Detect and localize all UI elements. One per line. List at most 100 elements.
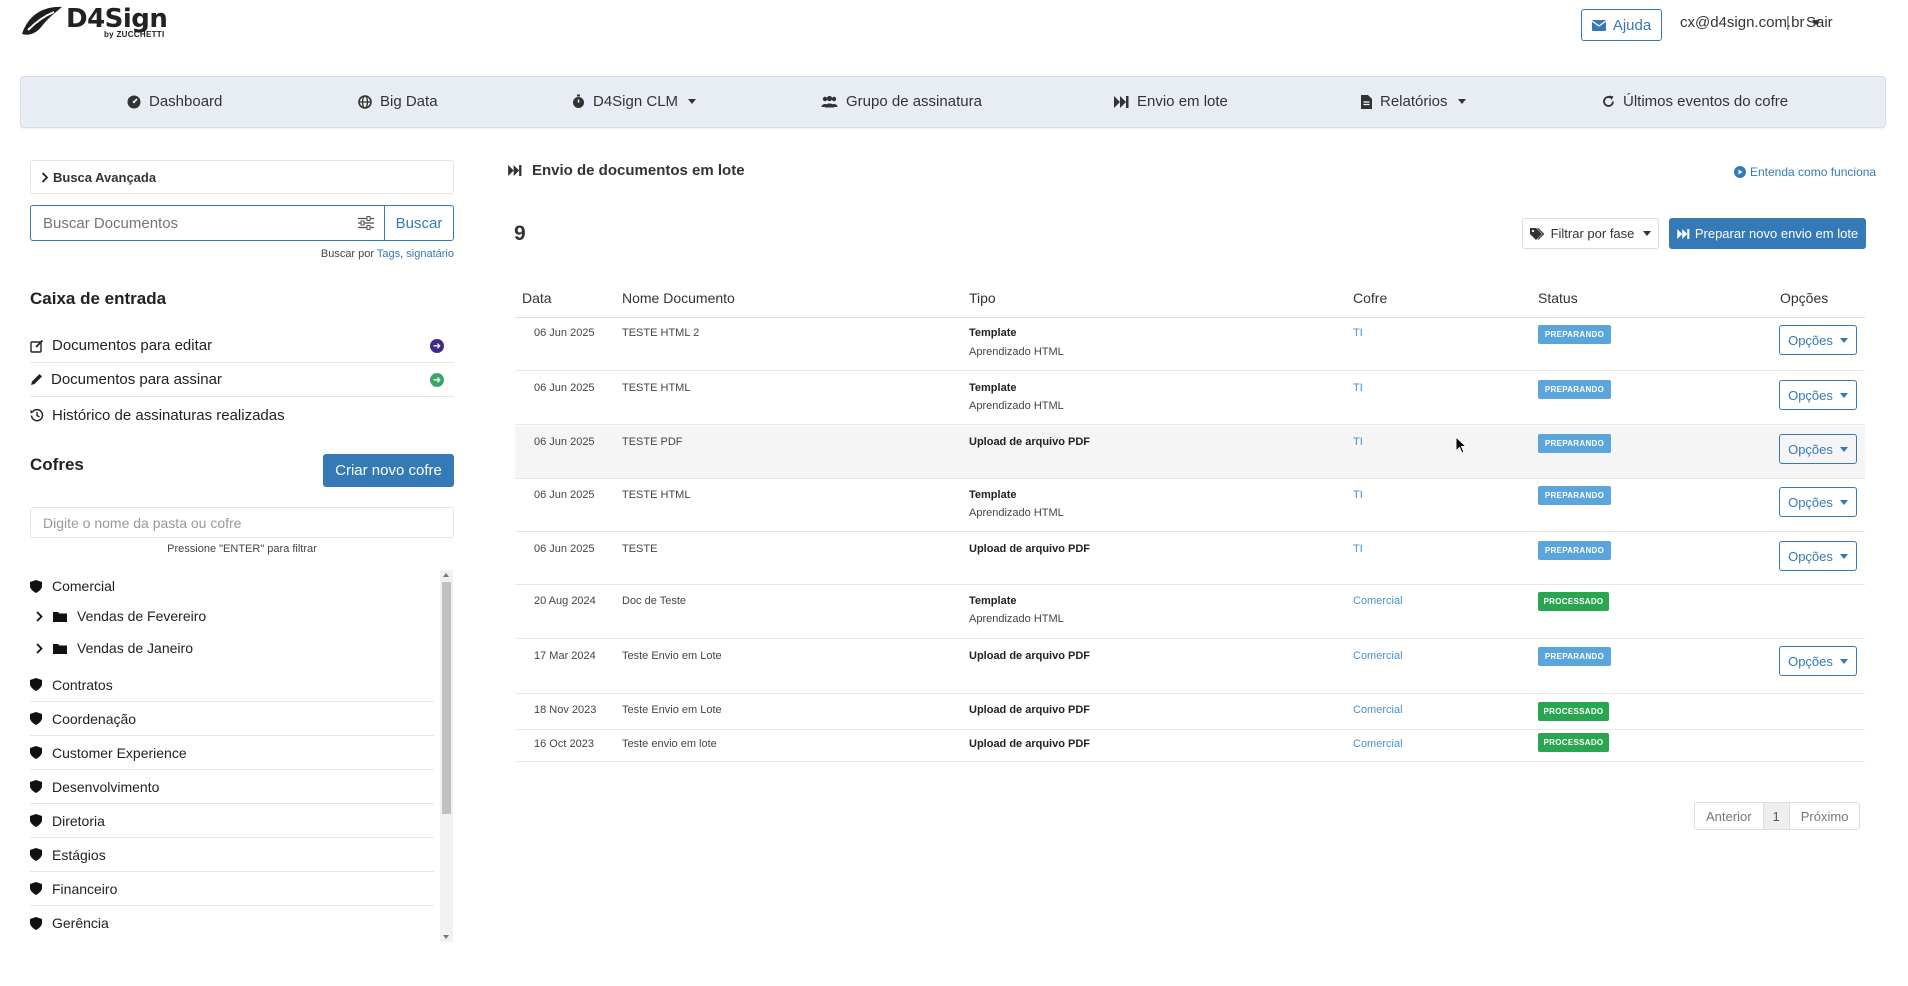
row-vault-link[interactable]: TI <box>1353 327 1363 339</box>
row-date: 06 Jun 2025 <box>534 436 595 448</box>
create-vault-button[interactable]: Criar novo cofre <box>323 454 454 487</box>
vault-item-contratos[interactable]: Contratos <box>30 668 434 702</box>
logout-link[interactable]: Sair <box>1806 14 1833 31</box>
filter-phase-button[interactable]: Filtrar por fase <box>1522 218 1659 249</box>
inbox-item-label: Documentos para assinar <box>51 371 222 388</box>
search-button[interactable]: Buscar <box>384 205 454 241</box>
options-button[interactable]: Opções <box>1779 380 1857 410</box>
row-vault-link[interactable]: Comercial <box>1353 650 1403 662</box>
nav-batch-send[interactable]: Envio em lote <box>1114 93 1228 110</box>
vault-item-diretoria[interactable]: Diretoria <box>30 804 434 838</box>
tree-item-label: Vendas de Janeiro <box>77 640 193 656</box>
row-type: Upload de arquivo PDF <box>969 738 1091 750</box>
chevron-down-icon <box>688 99 697 104</box>
nav-vault-events[interactable]: Últimos eventos do cofre <box>1602 93 1788 110</box>
status-badge: PROCESSADO <box>1538 733 1609 752</box>
row-vault-link[interactable]: TI <box>1353 543 1363 555</box>
row-date: 06 Jun 2025 <box>534 382 595 394</box>
d4sign-logo[interactable]: D4Sign by ZUCCHETTI <box>18 4 168 39</box>
vault-item-comercial[interactable]: Comercial <box>30 572 434 600</box>
vault-item-estagios[interactable]: Estágios <box>30 838 434 872</box>
row-type: Template <box>969 489 1017 501</box>
folder-item-vendas-janeiro[interactable]: Vendas de Janeiro <box>30 634 434 662</box>
row-vault-link[interactable]: TI <box>1353 382 1363 394</box>
sliders-icon[interactable] <box>358 216 374 230</box>
table-row[interactable]: 06 Jun 2025 TESTE PDF Upload de arquivo … <box>515 426 1865 479</box>
vault-item-coordenacao[interactable]: Coordenação <box>30 702 434 736</box>
col-header-options: Opções <box>1780 290 1829 306</box>
row-date: 06 Jun 2025 <box>534 543 595 555</box>
table-row[interactable]: 20 Aug 2024 Doc de Teste Template Aprend… <box>515 586 1865 639</box>
row-vault-link[interactable]: Comercial <box>1353 704 1403 716</box>
scroll-thumb[interactable] <box>442 582 451 814</box>
pagination-page[interactable]: 1 <box>1762 803 1790 829</box>
row-vault-link[interactable]: Comercial <box>1353 595 1403 607</box>
row-name: TESTE HTML 2 <box>622 327 700 339</box>
row-subtype: Aprendizado HTML <box>969 400 1064 412</box>
search-hint-tags-link[interactable]: Tags <box>377 248 400 260</box>
col-header-date: Data <box>522 290 552 306</box>
tree-item-label: Gerência <box>52 915 109 931</box>
tree-item-label: Comercial <box>52 578 116 594</box>
table-row[interactable]: 06 Jun 2025 TESTE HTML Template Aprendiz… <box>515 372 1865 425</box>
nav-signature-group[interactable]: Grupo de assinatura <box>821 93 982 110</box>
vault-item-gerencia[interactable]: Gerência <box>30 906 434 940</box>
row-vault-link[interactable]: Comercial <box>1353 738 1403 750</box>
table-row[interactable]: 18 Nov 2023 Teste Envio em Lote Upload d… <box>515 695 1865 730</box>
table-row[interactable]: 06 Jun 2025 TESTE HTML 2 Template Aprend… <box>515 318 1865 371</box>
tree-item-label: Financeiro <box>52 880 118 897</box>
vault-item-customer-experience[interactable]: Customer Experience <box>30 736 434 770</box>
help-label: Ajuda <box>1612 16 1652 34</box>
shield-icon <box>30 780 42 793</box>
inbox-signature-history[interactable]: Histórico de assinaturas realizadas <box>30 398 454 432</box>
search-input[interactable] <box>43 206 384 240</box>
row-date: 18 Nov 2023 <box>534 704 597 716</box>
folder-icon <box>53 611 67 622</box>
advanced-search-toggle[interactable]: Busca Avançada <box>30 160 454 194</box>
row-type: Upload de arquivo PDF <box>969 543 1091 555</box>
options-label: Opções <box>1788 441 1833 457</box>
options-button[interactable]: Opções <box>1779 325 1857 355</box>
pagination-prev[interactable]: Anterior <box>1695 803 1763 829</box>
search-hint-signer-link[interactable]: signatário <box>406 248 454 260</box>
prepare-batch-button[interactable]: Preparar novo envio em lote <box>1669 218 1866 249</box>
row-vault-link[interactable]: TI <box>1353 489 1363 501</box>
options-label: Opções <box>1788 653 1833 669</box>
col-header-type: Tipo <box>969 290 996 306</box>
inbox-docs-to-edit[interactable]: Documentos para editar ➜ <box>30 329 454 363</box>
scroll-down-icon[interactable] <box>443 935 449 939</box>
tree-item-label: Coordenação <box>52 710 137 727</box>
options-button[interactable]: Opções <box>1779 434 1857 464</box>
folder-item-vendas-fevereiro[interactable]: Vendas de Fevereiro <box>30 602 434 630</box>
status-badge: PREPARANDO <box>1538 434 1611 453</box>
nav-reports[interactable]: Relatórios <box>1361 93 1466 110</box>
nav-d4sign-clm[interactable]: D4Sign CLM <box>572 93 697 110</box>
search-input-wrapper <box>30 205 384 241</box>
table-row[interactable]: 06 Jun 2025 TESTE HTML Template Aprendiz… <box>515 480 1865 532</box>
table-row[interactable]: 17 Mar 2024 Teste Envio em Lote Upload d… <box>515 640 1865 694</box>
vault-item-desenvolvimento[interactable]: Desenvolvimento <box>30 770 434 804</box>
pagination: Anterior 1 Próximo <box>1694 802 1861 830</box>
pagination-next[interactable]: Próximo <box>1790 803 1860 829</box>
how-it-works-link[interactable]: Entenda como funciona <box>1734 165 1876 179</box>
options-button[interactable]: Opções <box>1779 646 1857 676</box>
nav-big-data[interactable]: Big Data <box>358 93 438 110</box>
vault-item-financeiro[interactable]: Financeiro <box>30 872 434 906</box>
nav-dashboard[interactable]: Dashboard <box>127 93 222 110</box>
chevron-down-icon <box>1839 446 1848 452</box>
status-badge: PREPARANDO <box>1538 647 1611 666</box>
user-menu[interactable]: cx@d4sign.com.br <box>1680 14 1821 31</box>
tree-scrollbar[interactable] <box>440 570 453 942</box>
options-button[interactable]: Opções <box>1779 487 1857 517</box>
status-badge: PREPARANDO <box>1538 486 1611 505</box>
table-row[interactable]: 16 Oct 2023 Teste envio em lote Upload d… <box>515 731 1865 762</box>
help-button[interactable]: Ajuda <box>1581 9 1662 41</box>
row-vault-link[interactable]: TI <box>1353 436 1363 448</box>
table-row[interactable]: 06 Jun 2025 TESTE Upload de arquivo PDF … <box>515 533 1865 585</box>
inbox-docs-to-sign[interactable]: Documentos para assinar ➜ <box>30 363 454 397</box>
nav-label: Envio em lote <box>1137 93 1228 110</box>
scroll-up-icon[interactable] <box>443 573 449 577</box>
options-button[interactable]: Opções <box>1779 541 1857 571</box>
folder-filter-input[interactable]: Digite o nome da pasta ou cofre <box>30 507 454 538</box>
row-type: Template <box>969 382 1017 394</box>
